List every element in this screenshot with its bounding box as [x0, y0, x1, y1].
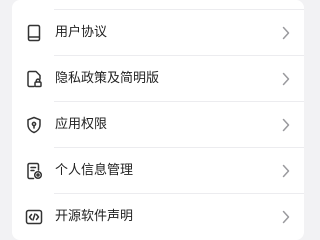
chevron-right-icon	[282, 164, 290, 178]
chevron-right-icon	[282, 210, 290, 224]
list-item-label: 隐私政策及简明版	[55, 71, 160, 86]
list-item-app-permissions[interactable]: 应用权限	[12, 102, 304, 148]
list-item-open-source-notice[interactable]: 开源软件声明	[12, 194, 304, 240]
document-settings-icon	[25, 162, 43, 180]
book-icon	[25, 24, 43, 42]
chevron-right-icon	[282, 72, 290, 86]
code-icon	[25, 208, 43, 226]
list-item-label: 应用权限	[55, 117, 108, 132]
chevron-right-icon	[282, 26, 290, 40]
list-item-label: 用户协议	[55, 25, 108, 40]
document-lock-icon	[25, 70, 43, 88]
shield-icon	[25, 116, 43, 134]
list-item-label: 开源软件声明	[55, 209, 134, 224]
list-item-user-agreement[interactable]: 用户协议	[12, 10, 304, 56]
list-item-personal-info-management[interactable]: 个人信息管理	[12, 148, 304, 194]
chevron-right-icon	[282, 118, 290, 132]
settings-card: 用户协议 隐私政策及简明版 应用权限 个人信息管理 开源软件声明	[12, 0, 304, 240]
list-item-privacy-policy[interactable]: 隐私政策及简明版	[12, 56, 304, 102]
list-item-label: 个人信息管理	[55, 163, 134, 178]
